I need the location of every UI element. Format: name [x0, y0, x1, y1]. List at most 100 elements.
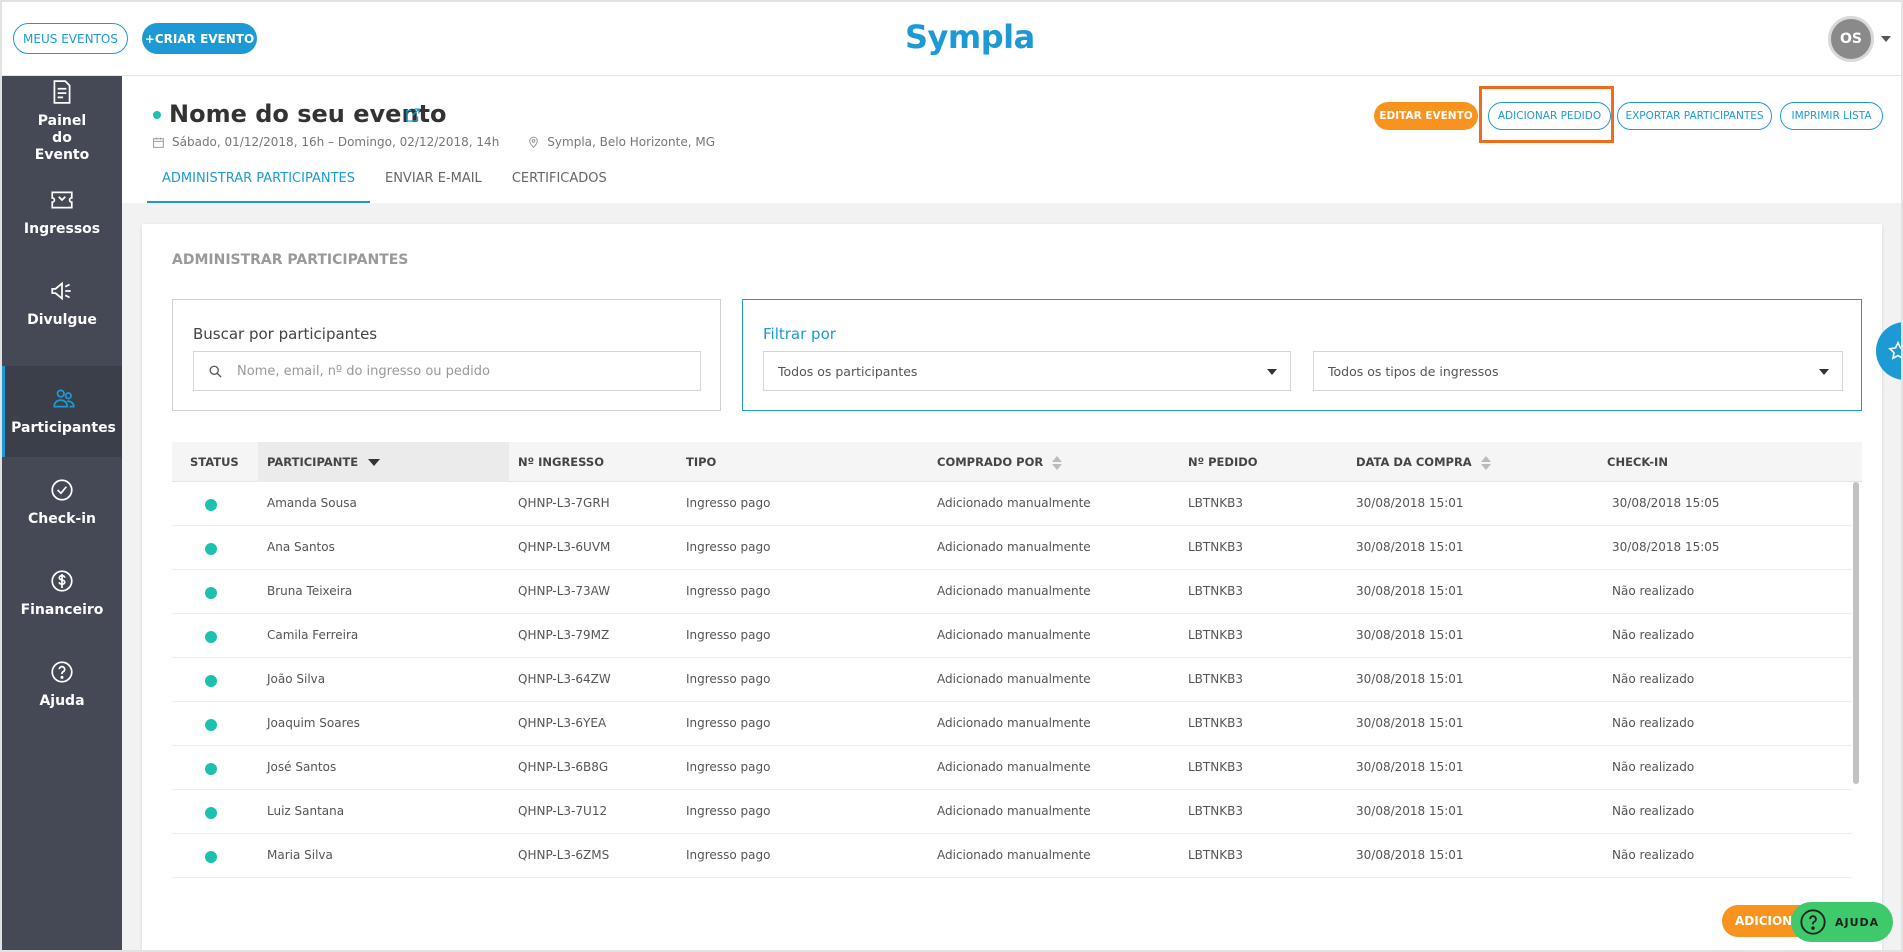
cell-tipo: Ingresso pago — [686, 760, 771, 774]
cell-ingresso: QHNP-L3-7U12 — [518, 804, 608, 818]
table-row[interactable]: Luiz Santana QHNP-L3-7U12 Ingresso pago Adi… — [172, 790, 1852, 834]
participants-card: ADMINISTRAR PARTICIPANTES Buscar por par… — [142, 224, 1882, 950]
chevron-down-icon[interactable] — [1881, 36, 1891, 42]
sidebar-item-financeiro[interactable]: Financeiro — [2, 548, 122, 639]
dollar-circle-icon — [51, 570, 73, 592]
cell-participante: Luiz Santana — [267, 804, 345, 818]
table-row[interactable]: João Silva QHNP-L3-64ZW Ingresso pago Adici… — [172, 658, 1852, 702]
calendar-icon — [153, 137, 164, 148]
tab-administrar-participantes[interactable]: ADMINISTRAR PARTICIPANTES — [147, 164, 370, 203]
table-row[interactable]: Amanda Sousa QHNP-L3-7GRH Ingresso pago Adi… — [172, 482, 1852, 526]
cell-checkin: Não realizado — [1612, 628, 1695, 642]
cell-tipo: Ingresso pago — [686, 496, 771, 510]
cell-comprado-por: Adicionado manualmente — [937, 540, 1091, 554]
table-row[interactable]: Maria Silva QHNP-L3-6ZMS Ingresso pago Adic… — [172, 834, 1852, 878]
sidebar: Painel do Evento Ingressos Divulgue Part… — [2, 76, 122, 950]
cell-tipo: Ingresso pago — [686, 584, 771, 598]
app-frame: MEUS EVENTOS +CRIAR EVENTO Sympla OS Pai… — [0, 0, 1903, 952]
search-input[interactable]: Nome, email, nº do ingresso ou pedido — [193, 351, 701, 391]
sidebar-item-divulgue[interactable]: Divulgue — [2, 258, 122, 349]
location-pin-icon — [529, 136, 539, 148]
cell-comprado-por: Adicionado manualmente — [937, 716, 1091, 730]
meus-eventos-button[interactable]: MEUS EVENTOS — [13, 23, 128, 54]
external-link-icon[interactable] — [404, 106, 422, 124]
table-header: STATUS PARTICIPANTE Nº INGRESSO TIPO COM… — [172, 442, 1862, 482]
chevron-down-icon — [1819, 369, 1829, 375]
sympla-logo[interactable]: Sympla — [905, 18, 1035, 56]
ajuda-help-button[interactable]: AJUDA — [1791, 902, 1893, 942]
cell-checkin: Não realizado — [1612, 760, 1695, 774]
cell-participante: Maria Silva — [267, 848, 333, 862]
sidebar-item-checkin[interactable]: Check-in — [2, 457, 122, 548]
editar-evento-button[interactable]: EDITAR EVENTO — [1374, 102, 1478, 130]
tab-certificados[interactable]: CERTIFICADOS — [497, 164, 622, 203]
cell-pedido: LBTNKB3 — [1188, 628, 1243, 642]
cell-comprado-por: Adicionado manualmente — [937, 584, 1091, 598]
sidebar-item-painel[interactable]: Painel do Evento — [2, 76, 122, 167]
cell-ingresso: QHNP-L3-7GRH — [518, 496, 610, 510]
exportar-participantes-button[interactable]: EXPORTAR PARTICIPANTES — [1617, 102, 1772, 130]
cell-data-compra: 30/08/2018 15:01 — [1356, 628, 1464, 642]
status-dot — [205, 675, 217, 687]
imprimir-lista-button[interactable]: IMPRIMIR LISTA — [1780, 102, 1883, 130]
event-status-dot — [153, 111, 161, 119]
cell-comprado-por: Adicionado manualmente — [937, 672, 1091, 686]
col-comprado-por[interactable]: COMPRADO POR — [937, 442, 1063, 482]
star-icon — [1888, 340, 1901, 360]
event-location: Sympla, Belo Horizonte, MG — [547, 135, 715, 149]
sort-icon — [1480, 455, 1491, 470]
cell-pedido: LBTNKB3 — [1188, 496, 1243, 510]
sidebar-item-label: Ingressos — [23, 221, 101, 237]
cell-pedido: LBTNKB3 — [1188, 804, 1243, 818]
status-dot — [205, 543, 217, 555]
people-icon — [52, 389, 75, 408]
cell-participante: Bruna Teixeira — [267, 584, 353, 598]
col-tipo: TIPO — [686, 455, 717, 469]
sidebar-item-ingressos[interactable]: Ingressos — [2, 167, 122, 258]
avatar[interactable]: OS — [1828, 16, 1874, 62]
table-row[interactable]: Joaquim Soares QHNP-L3-6YEA Ingresso pago A… — [172, 702, 1852, 746]
cell-tipo: Ingresso pago — [686, 540, 771, 554]
participants-filter-select[interactable]: Todos os participantes — [763, 351, 1291, 391]
table-row[interactable]: Camila Ferreira QHNP-L3-79MZ Ingresso pago… — [172, 614, 1852, 658]
status-dot — [205, 807, 217, 819]
status-dot — [205, 851, 217, 863]
cell-data-compra: 30/08/2018 15:01 — [1356, 672, 1464, 686]
cell-pedido: LBTNKB3 — [1188, 584, 1243, 598]
tab-enviar-email[interactable]: ENVIAR E-MAIL — [370, 164, 497, 203]
top-bar: MEUS EVENTOS +CRIAR EVENTO Sympla OS — [2, 2, 1901, 76]
cell-data-compra: 30/08/2018 15:01 — [1356, 848, 1464, 862]
col-label: DATA DA COMPRA — [1356, 455, 1472, 469]
search-icon — [209, 365, 222, 378]
sidebar-item-ajuda[interactable]: Ajuda — [2, 639, 122, 730]
col-participante[interactable]: PARTICIPANTE — [267, 442, 381, 482]
col-pedido: Nº PEDIDO — [1188, 455, 1258, 469]
table-row[interactable]: Ana Santos QHNP-L3-6UVM Ingresso pago Adici… — [172, 526, 1852, 570]
cell-comprado-por: Adicionado manualmente — [937, 848, 1091, 862]
cell-tipo: Ingresso pago — [686, 628, 771, 642]
filter-panel: Filtrar por Todos os participantes Todos… — [742, 299, 1862, 411]
status-dot — [205, 499, 217, 511]
sidebar-item-participantes[interactable]: Participantes — [2, 366, 122, 457]
col-data-compra[interactable]: DATA DA COMPRA — [1356, 442, 1491, 482]
ajuda-label: AJUDA — [1835, 915, 1880, 929]
cell-ingresso: QHNP-L3-6ZMS — [518, 848, 610, 862]
cell-data-compra: 30/08/2018 15:01 — [1356, 760, 1464, 774]
cell-ingresso: QHNP-L3-73AW — [518, 584, 611, 598]
cell-tipo: Ingresso pago — [686, 804, 771, 818]
filter-label: Filtrar por — [763, 325, 836, 343]
sidebar-item-label: Ajuda — [39, 693, 85, 709]
status-dot — [205, 587, 217, 599]
table-row[interactable]: José Santos QHNP-L3-6B8G Ingresso pago Adic… — [172, 746, 1852, 790]
cell-participante: Joaquim Soares — [267, 716, 360, 730]
cell-comprado-por: Adicionado manualmente — [937, 760, 1091, 774]
criar-evento-button[interactable]: +CRIAR EVENTO — [142, 23, 257, 54]
ticket-type-filter-select[interactable]: Todos os tipos de ingressos — [1313, 351, 1843, 391]
cell-checkin: Não realizado — [1612, 804, 1695, 818]
cell-pedido: LBTNKB3 — [1188, 672, 1243, 686]
cell-pedido: LBTNKB3 — [1188, 716, 1243, 730]
status-dot — [205, 631, 217, 643]
sidebar-item-label: Painel do Evento — [34, 113, 90, 163]
table-row[interactable]: Bruna Teixeira QHNP-L3-73AW Ingresso pago A… — [172, 570, 1852, 614]
table-scrollbar[interactable] — [1853, 482, 1859, 784]
